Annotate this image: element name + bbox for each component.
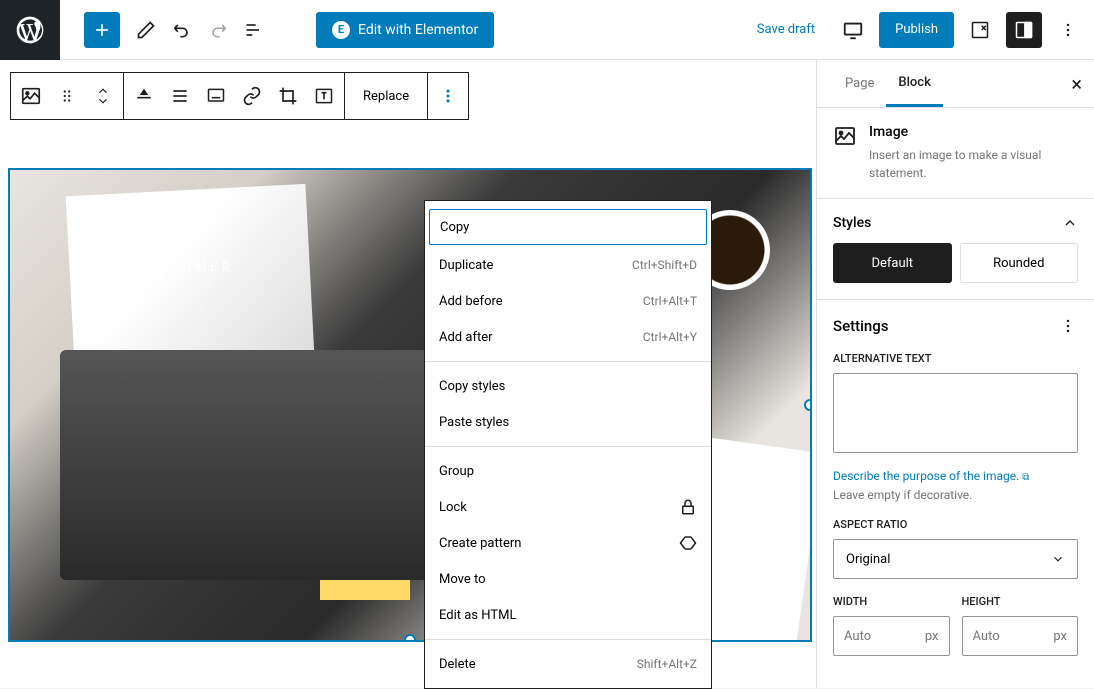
menu-item-lock[interactable]: Lock xyxy=(425,489,711,525)
block-type-image-button[interactable] xyxy=(13,78,49,114)
aspect-ratio-select[interactable]: Original xyxy=(833,539,1078,579)
menu-item-duplicate[interactable]: Duplicate Ctrl+Shift+D xyxy=(425,247,711,283)
menu-item-group[interactable]: Group xyxy=(425,453,711,489)
alt-help-link[interactable]: Describe the purpose of the image.⧉ xyxy=(833,469,1029,483)
resize-handle-bottom[interactable] xyxy=(404,634,416,640)
image-content xyxy=(320,510,410,600)
close-sidebar-button[interactable]: × xyxy=(1071,72,1082,96)
menu-item-move-to[interactable]: Move to xyxy=(425,561,711,597)
settings-sidebar: Page Block × Image Insert an image to ma… xyxy=(816,60,1094,688)
replace-button[interactable]: Replace xyxy=(347,78,425,114)
wordpress-logo[interactable] xyxy=(0,0,60,60)
style-rounded-button[interactable]: Rounded xyxy=(960,243,1079,283)
tab-page[interactable]: Page xyxy=(833,60,886,107)
elementor-icon: E xyxy=(332,21,350,39)
menu-item-create-pattern[interactable]: Create pattern xyxy=(425,525,711,561)
options-button[interactable] xyxy=(962,12,998,48)
menu-item-paste-styles[interactable]: Paste styles xyxy=(425,404,711,440)
menu-item-add-before[interactable]: Add before Ctrl+Alt+T xyxy=(425,283,711,319)
redo-button[interactable] xyxy=(200,12,236,48)
settings-section-header: Settings xyxy=(817,300,1094,352)
more-menu-button[interactable] xyxy=(1050,12,1086,48)
edit-with-elementor-button[interactable]: E Edit with Elementor xyxy=(316,12,494,48)
style-default-button[interactable]: Default xyxy=(833,243,952,283)
block-toolbar: Replace xyxy=(10,72,469,120)
menu-item-edit-html[interactable]: Edit as HTML xyxy=(425,597,711,633)
editor-canvas[interactable]: Replace SUMMER Copy xyxy=(0,60,816,688)
height-label: HEIGHT xyxy=(962,595,1079,608)
elementor-label: Edit with Elementor xyxy=(358,22,478,38)
menu-item-add-after[interactable]: Add after Ctrl+Alt+Y xyxy=(425,319,711,355)
image-block-icon xyxy=(833,124,857,148)
menu-item-copy[interactable]: Copy xyxy=(429,209,707,245)
add-block-button[interactable] xyxy=(84,12,120,48)
lock-icon xyxy=(679,498,697,516)
diamond-icon xyxy=(679,534,697,552)
chevron-up-icon xyxy=(1062,215,1078,231)
height-input[interactable]: Auto px xyxy=(962,616,1079,656)
alt-text-input[interactable] xyxy=(833,373,1078,453)
publish-button[interactable]: Publish xyxy=(879,12,954,48)
styles-section-toggle[interactable]: Styles xyxy=(833,215,1078,231)
tab-block[interactable]: Block xyxy=(886,60,942,107)
document-outline-button[interactable] xyxy=(236,12,272,48)
external-link-icon: ⧉ xyxy=(1022,472,1029,483)
text-overlay-button[interactable] xyxy=(306,78,342,114)
image-overlay-text: SUMMER xyxy=(155,260,234,276)
settings-sidebar-toggle[interactable] xyxy=(1006,12,1042,48)
menu-item-copy-styles[interactable]: Copy styles xyxy=(425,368,711,404)
block-description: Insert an image to make a visual stateme… xyxy=(869,146,1078,182)
block-title: Image xyxy=(869,124,1078,140)
undo-button[interactable] xyxy=(164,12,200,48)
width-input[interactable]: Auto px xyxy=(833,616,950,656)
chevron-down-icon xyxy=(1051,552,1065,566)
block-context-menu: Copy Duplicate Ctrl+Shift+D Add before C… xyxy=(424,200,712,689)
alt-helper-text: Leave empty if decorative. xyxy=(833,488,1078,502)
alt-text-label: ALTERNATIVE TEXT xyxy=(833,352,1078,365)
move-up-down-button[interactable] xyxy=(85,73,121,119)
width-label: WIDTH xyxy=(833,595,950,608)
settings-menu-button[interactable] xyxy=(1058,316,1078,336)
edit-tool-button[interactable] xyxy=(128,12,164,48)
preview-button[interactable] xyxy=(835,12,871,48)
menu-item-delete[interactable]: Delete Shift+Alt+Z xyxy=(425,646,711,682)
resize-handle-right[interactable] xyxy=(804,399,810,411)
crop-button[interactable] xyxy=(270,78,306,114)
align-button[interactable] xyxy=(126,78,162,114)
save-draft-button[interactable]: Save draft xyxy=(745,14,827,45)
aspect-ratio-label: ASPECT RATIO xyxy=(833,518,1078,531)
caption-button[interactable] xyxy=(198,78,234,114)
drag-handle-button[interactable] xyxy=(49,78,85,114)
block-more-options-button[interactable] xyxy=(430,78,466,114)
link-button[interactable] xyxy=(234,78,270,114)
top-toolbar: E Edit with Elementor Save draft Publish xyxy=(0,0,1094,60)
text-align-button[interactable] xyxy=(162,78,198,114)
